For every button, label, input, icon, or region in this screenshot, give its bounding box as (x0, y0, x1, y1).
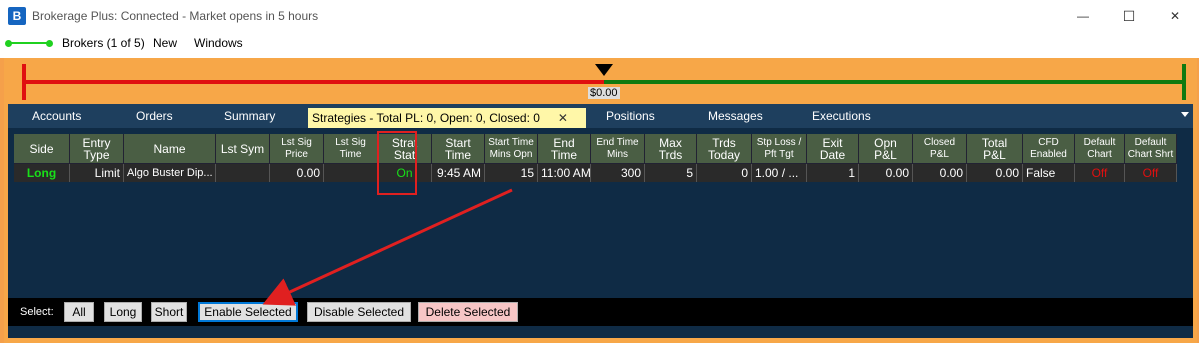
delete-selected-button[interactable]: Delete Selected (418, 302, 518, 322)
cell-exit-date[interactable]: 1 (807, 164, 859, 182)
col-header-cfd-enabled[interactable]: CFD Enabled (1023, 134, 1075, 164)
col-header-end-mins[interactable]: End Time Mins (591, 134, 645, 164)
col-header-default-chart[interactable]: Default Chart (1075, 134, 1125, 164)
pl-meter-left-tick (22, 64, 26, 100)
cell-total-pl[interactable]: 0.00 (967, 164, 1023, 182)
window-title: Brokerage Plus: Connected - Market opens… (32, 9, 319, 23)
cell-stp-loss[interactable]: 1.00 / ... (752, 164, 807, 182)
selection-bar: Select: All Long Short Enable Selected D… (8, 298, 1193, 326)
pl-meter-value: $0.00 (588, 87, 620, 99)
tab-close-icon[interactable]: ✕ (558, 111, 568, 125)
close-button[interactable]: ✕ (1152, 0, 1198, 32)
cell-side[interactable]: Long (14, 164, 70, 182)
tab-executions[interactable]: Executions (808, 104, 875, 128)
select-short-button[interactable]: Short (151, 302, 187, 322)
minimize-button[interactable]: — (1060, 0, 1106, 32)
tab-strategies[interactable]: Strategies - Total PL: 0, Open: 0, Close… (308, 108, 586, 128)
menu-new[interactable]: New (153, 36, 177, 50)
select-label: Select: (20, 306, 54, 318)
maximize-button[interactable]: ☐ (1106, 0, 1152, 32)
cell-opn-pl[interactable]: 0.00 (859, 164, 913, 182)
menu-bar: Brokers (1 of 5) New Windows (0, 32, 1199, 54)
cell-name[interactable]: Algo Buster Dip... (124, 164, 216, 182)
main-area: $0.00 Accounts Orders Summary Strategies… (0, 58, 1199, 343)
col-header-lst-sym[interactable]: Lst Sym (216, 134, 270, 164)
col-header-entry-type[interactable]: Entry Type (70, 134, 124, 164)
col-header-end-time[interactable]: End Time (538, 134, 591, 164)
cell-closed-pl[interactable]: 0.00 (913, 164, 967, 182)
col-header-start-mins[interactable]: Start Time Mins Opn (485, 134, 538, 164)
cell-max-trds[interactable]: 5 (645, 164, 697, 182)
app-icon: B (8, 7, 26, 25)
col-header-exit-date[interactable]: Exit Date (807, 134, 859, 164)
tab-dropdown-icon[interactable] (1181, 112, 1189, 117)
col-header-trds-today[interactable]: Trds Today (697, 134, 752, 164)
cell-start-time[interactable]: 9:45 AM (432, 164, 485, 182)
cell-end-time[interactable]: 11:00 AM (538, 164, 591, 182)
tab-bar: Accounts Orders Summary Strategies - Tot… (8, 104, 1193, 128)
tab-summary[interactable]: Summary (220, 104, 279, 128)
col-header-stp-loss[interactable]: Stp Loss / Pft Tgt (752, 134, 807, 164)
col-header-default-chart-shrt[interactable]: Default Chart Shrt (1125, 134, 1177, 164)
cell-default-chart[interactable]: Off (1075, 164, 1125, 182)
tab-strategies-label: Strategies - Total PL: 0, Open: 0, Close… (312, 111, 540, 125)
annotation-highlight-box (377, 131, 417, 195)
col-header-name[interactable]: Name (124, 134, 216, 164)
grid-header-row: Side Entry Type Name Lst Sym Lst Sig Price… (14, 134, 1189, 164)
tab-messages[interactable]: Messages (704, 104, 767, 128)
cell-cfd-enabled[interactable]: False (1023, 164, 1075, 182)
col-header-closed-pl[interactable]: Closed P&L (913, 134, 967, 164)
select-long-button[interactable]: Long (104, 302, 142, 322)
table-row[interactable]: Long Limit Algo Buster Dip... 0.00 On 9:… (14, 164, 1189, 182)
tab-positions[interactable]: Positions (602, 104, 659, 128)
connection-status-icon (5, 40, 53, 47)
cell-lst-sig-price[interactable]: 0.00 (270, 164, 324, 182)
col-header-opn-pl[interactable]: Opn P&L (859, 134, 913, 164)
cell-default-chart-shrt[interactable]: Off (1125, 164, 1177, 182)
select-all-button[interactable]: All (64, 302, 94, 322)
cell-entry-type[interactable]: Limit (70, 164, 124, 182)
col-header-lst-sig-time[interactable]: Lst Sig Time (324, 134, 378, 164)
cell-trds-today[interactable]: 0 (697, 164, 752, 182)
tab-accounts[interactable]: Accounts (28, 104, 85, 128)
cell-start-mins[interactable]: 15 (485, 164, 538, 182)
strategies-grid: Side Entry Type Name Lst Sym Lst Sig Price… (14, 134, 1189, 182)
col-header-max-trds[interactable]: Max Trds (645, 134, 697, 164)
menu-brokers[interactable]: Brokers (1 of 5) (62, 36, 145, 50)
pl-meter-right-tick (1182, 64, 1186, 100)
tab-orders[interactable]: Orders (132, 104, 177, 128)
pl-pointer-icon (595, 64, 613, 76)
col-header-lst-sig-price[interactable]: Lst Sig Price (270, 134, 324, 164)
disable-selected-button[interactable]: Disable Selected (307, 302, 411, 322)
cell-lst-sig-time[interactable] (324, 164, 378, 182)
menu-windows[interactable]: Windows (194, 36, 243, 50)
title-bar: B Brokerage Plus: Connected - Market ope… (0, 0, 1199, 32)
col-header-start-time[interactable]: Start Time (432, 134, 485, 164)
col-header-total-pl[interactable]: Total P&L (967, 134, 1023, 164)
col-header-side[interactable]: Side (14, 134, 70, 164)
strategies-panel: Accounts Orders Summary Strategies - Tot… (8, 104, 1193, 338)
cell-lst-sym[interactable] (216, 164, 270, 182)
enable-selected-button[interactable]: Enable Selected (198, 302, 298, 322)
cell-end-mins[interactable]: 300 (591, 164, 645, 182)
pl-meter (22, 64, 1186, 100)
